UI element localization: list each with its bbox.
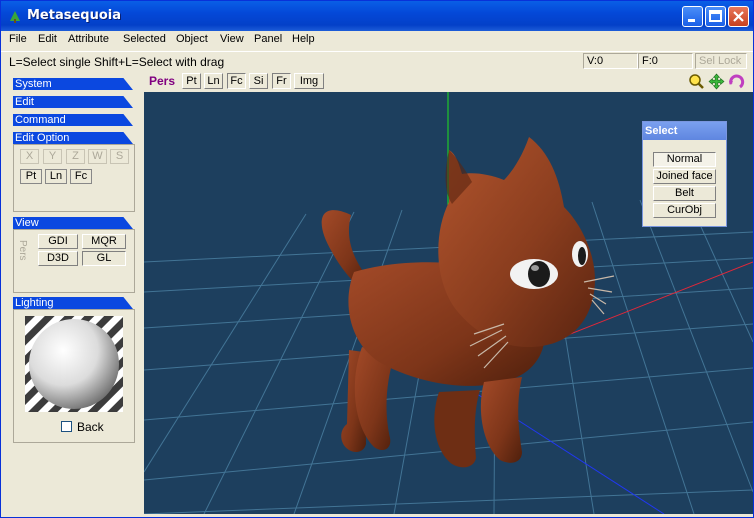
close-icon (733, 11, 744, 22)
menu-view[interactable]: View (220, 33, 244, 45)
edit-option-panel: X Y Z W S Pt Ln Fc (13, 144, 135, 212)
mode-point-toggle[interactable]: Pt (20, 169, 42, 184)
maximize-button[interactable] (705, 6, 726, 27)
status-bar: L=Select single Shift+L=Select with drag… (1, 51, 753, 71)
show-frame-toggle[interactable]: Fr (272, 73, 291, 89)
axis-y-toggle[interactable]: Y (43, 149, 62, 164)
select-normal-button[interactable]: Normal (653, 152, 716, 167)
renderer-gdi-button[interactable]: GDI (38, 234, 78, 249)
mode-face-toggle[interactable]: Fc (70, 169, 92, 184)
back-label: Back (77, 420, 104, 434)
projection-label[interactable]: Pers (149, 74, 175, 88)
axis-x-toggle[interactable]: X (20, 149, 39, 164)
select-joined-face-button[interactable]: Joined face (653, 169, 716, 184)
renderer-mqr-button[interactable]: MQR (82, 234, 126, 249)
show-image-toggle[interactable]: Img (294, 73, 324, 89)
section-system[interactable]: System (13, 78, 133, 90)
rotate-icon[interactable] (728, 73, 745, 90)
viewport-toolbar: Pers Pt Ln Fc Si Fr Img (144, 71, 753, 92)
axis-s-toggle[interactable]: S (110, 149, 129, 164)
app-icon (10, 11, 20, 23)
app-window: Metasequoia File Edit Attribute Selected… (0, 0, 754, 518)
renderer-gl-button[interactable]: GL (82, 251, 126, 266)
renderer-d3d-button[interactable]: D3D (38, 251, 78, 266)
close-button[interactable] (728, 6, 749, 27)
cat-model[interactable] (321, 137, 615, 468)
face-count: F:0 (638, 53, 693, 69)
mode-line-toggle[interactable]: Ln (45, 169, 67, 184)
section-command[interactable]: Command (13, 114, 133, 126)
view-panel: Pers GDI MQR D3D GL (13, 229, 135, 293)
lighting-panel: Back (13, 309, 135, 443)
show-silhouette-toggle[interactable]: Si (249, 73, 268, 89)
select-curobj-button[interactable]: CurObj (653, 203, 716, 218)
mouse-hint: L=Select single Shift+L=Select with drag (9, 55, 225, 69)
menu-selected[interactable]: Selected (123, 33, 166, 45)
menu-bar: File Edit Attribute Selected Object View… (1, 31, 753, 50)
axis-w-toggle[interactable]: W (88, 149, 107, 164)
back-checkbox[interactable] (61, 421, 72, 432)
select-panel-title[interactable]: Select (643, 122, 726, 140)
menu-edit[interactable]: Edit (38, 33, 57, 45)
section-view[interactable]: View (13, 217, 133, 229)
section-edit-option[interactable]: Edit Option (13, 132, 133, 144)
move-icon[interactable] (708, 73, 725, 90)
select-belt-button[interactable]: Belt (653, 186, 716, 201)
axis-z-toggle[interactable]: Z (66, 149, 85, 164)
light-sphere-preview[interactable] (25, 316, 123, 412)
vertex-count: V:0 (583, 53, 638, 69)
section-lighting[interactable]: Lighting (13, 297, 133, 309)
minimize-icon (688, 19, 695, 22)
command-sidebar: System Edit Command Edit Option X Y Z W … (9, 73, 135, 513)
menu-panel[interactable]: Panel (254, 33, 282, 45)
maximize-icon (709, 10, 722, 22)
menu-attribute[interactable]: Attribute (68, 33, 109, 45)
menu-file[interactable]: File (9, 33, 27, 45)
select-panel: Select Normal Joined face Belt CurObj (642, 121, 727, 227)
minimize-button[interactable] (682, 6, 703, 27)
menu-help[interactable]: Help (292, 33, 315, 45)
view-side-label: Pers (17, 240, 28, 261)
show-lines-toggle[interactable]: Ln (204, 73, 223, 89)
show-faces-toggle[interactable]: Fc (227, 73, 246, 89)
window-title: Metasequoia (27, 8, 122, 23)
section-edit[interactable]: Edit (13, 96, 133, 108)
title-bar[interactable]: Metasequoia (1, 1, 753, 31)
zoom-icon[interactable] (688, 73, 705, 90)
show-points-toggle[interactable]: Pt (182, 73, 201, 89)
sel-lock-button[interactable]: Sel Lock (695, 53, 747, 69)
menu-object[interactable]: Object (176, 33, 208, 45)
